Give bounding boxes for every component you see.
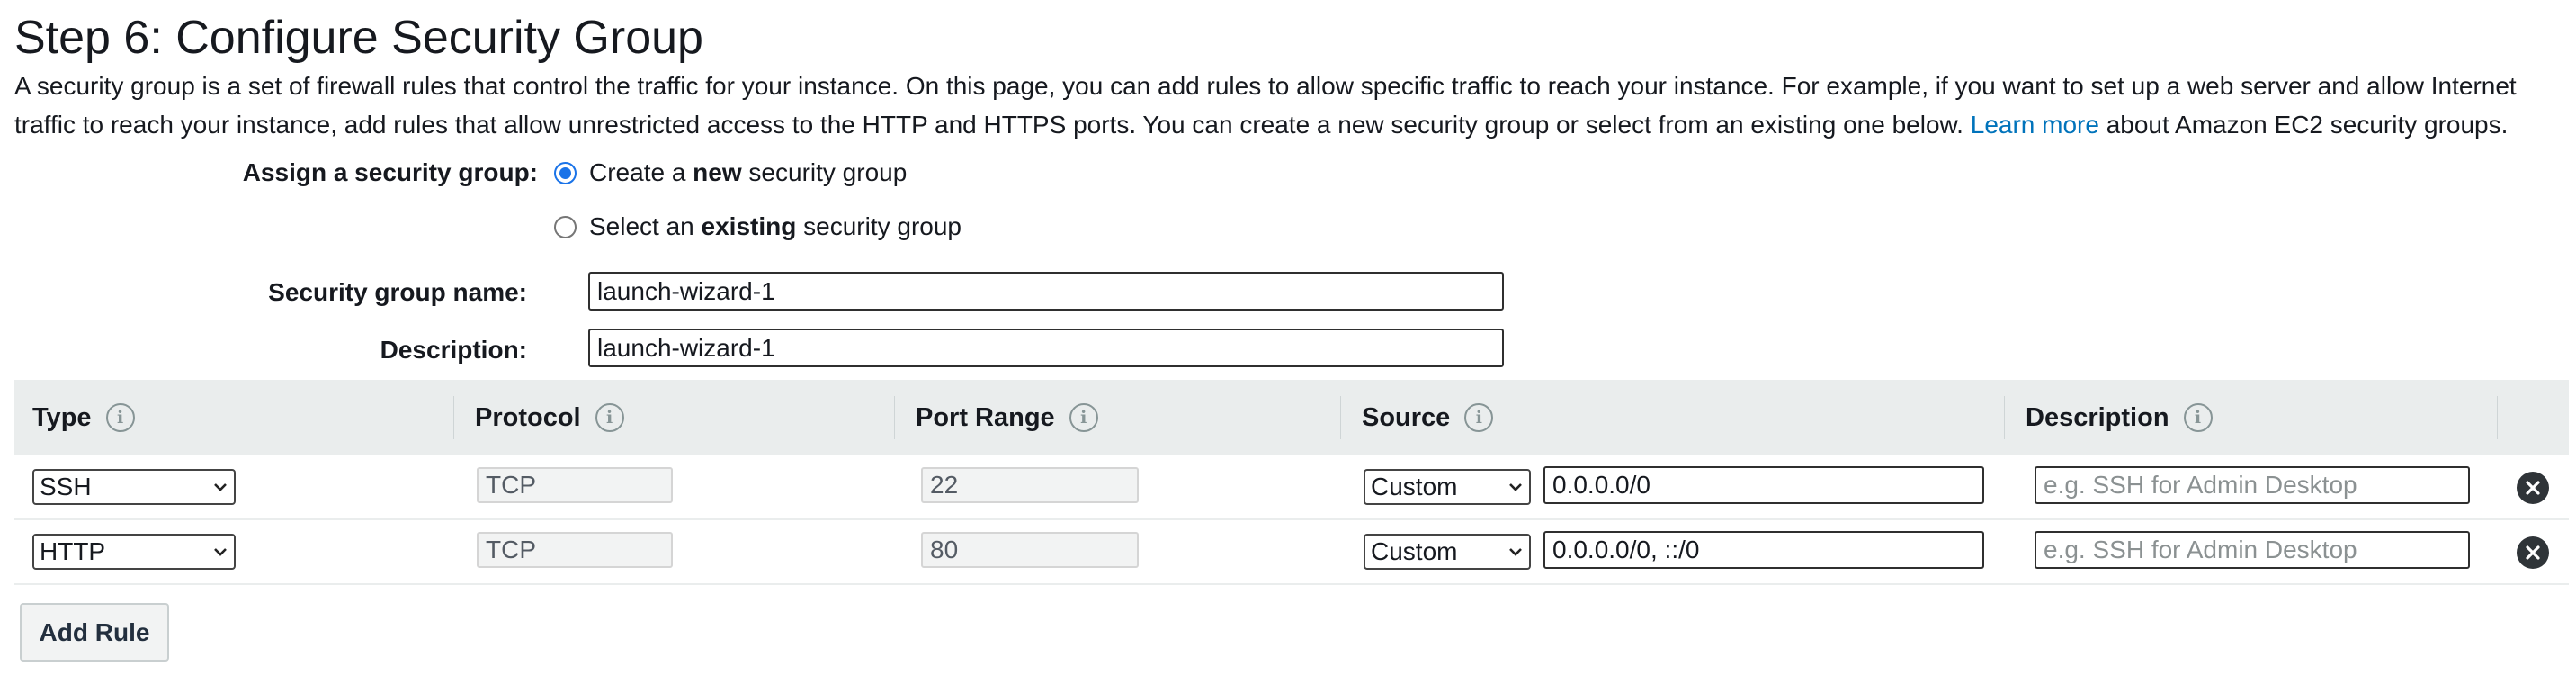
radio-create-new[interactable]: Create a new security group <box>554 158 907 187</box>
column-header-port-range: Port Range i <box>916 380 1098 455</box>
row-divider <box>14 583 2569 585</box>
security-group-name-label: Security group name: <box>268 278 527 306</box>
security-group-name-input[interactable]: launch-wizard-1 <box>588 272 1504 310</box>
column-header-description: Description i <box>2026 380 2213 455</box>
info-icon[interactable]: i <box>2183 403 2213 432</box>
protocol-field: TCP <box>477 467 673 503</box>
column-header-type: Type i <box>32 380 135 455</box>
learn-more-link[interactable]: Learn more <box>1971 111 2099 139</box>
info-icon[interactable]: i <box>1464 403 1494 432</box>
column-divider <box>894 396 895 439</box>
column-header-source: Source i <box>1362 380 1494 455</box>
info-icon[interactable]: i <box>595 403 624 432</box>
column-divider <box>1340 396 1341 439</box>
source-select[interactable]: Custom <box>1364 534 1531 570</box>
close-icon <box>2526 545 2540 560</box>
port-range-field: 80 <box>921 532 1139 568</box>
radio-create-new-button[interactable] <box>554 161 577 184</box>
column-divider <box>453 396 454 439</box>
column-divider <box>2497 396 2498 439</box>
remove-rule-button[interactable] <box>2517 536 2549 569</box>
intro-paragraph: A security group is a set of firewall ru… <box>14 67 2569 144</box>
page-title: Step 6: Configure Security Group <box>14 12 703 64</box>
radio-create-new-label: Create a new security group <box>589 158 908 186</box>
radio-select-existing-button[interactable] <box>554 215 577 238</box>
assign-security-group-label: Assign a security group: <box>242 158 538 186</box>
column-header-protocol: Protocol i <box>475 380 624 455</box>
chevron-down-icon <box>1509 483 1522 491</box>
info-icon[interactable]: i <box>105 403 135 432</box>
source-select[interactable]: Custom <box>1364 469 1531 505</box>
info-icon[interactable]: i <box>1069 403 1098 432</box>
rule-description-input[interactable]: e.g. SSH for Admin Desktop <box>2035 531 2470 569</box>
chevron-down-icon <box>214 548 227 556</box>
port-range-field: 22 <box>921 467 1139 503</box>
rule-description-input[interactable]: e.g. SSH for Admin Desktop <box>2035 466 2470 504</box>
chevron-down-icon <box>1509 548 1522 556</box>
radio-select-existing-label: Select an existing security group <box>589 212 962 240</box>
column-divider <box>2004 396 2005 439</box>
description-label: Description: <box>380 336 527 364</box>
intro-suffix: about Amazon EC2 security groups. <box>2106 111 2509 139</box>
source-cidr-input[interactable]: 0.0.0.0/0, ::/0 <box>1543 531 1984 569</box>
chevron-down-icon <box>214 483 227 491</box>
protocol-field: TCP <box>477 532 673 568</box>
source-cidr-input[interactable]: 0.0.0.0/0 <box>1543 466 1984 504</box>
type-select[interactable]: HTTP <box>32 534 236 570</box>
remove-rule-button[interactable] <box>2517 472 2549 504</box>
row-divider <box>14 518 2569 520</box>
type-select[interactable]: SSH <box>32 469 236 505</box>
rules-table-header: Type i Protocol i Port Range i Source i Desc… <box>14 380 2569 455</box>
radio-select-existing[interactable]: Select an existing security group <box>554 212 962 241</box>
add-rule-button[interactable]: Add Rule <box>20 603 169 662</box>
description-input[interactable]: launch-wizard-1 <box>588 328 1504 367</box>
close-icon <box>2526 481 2540 495</box>
